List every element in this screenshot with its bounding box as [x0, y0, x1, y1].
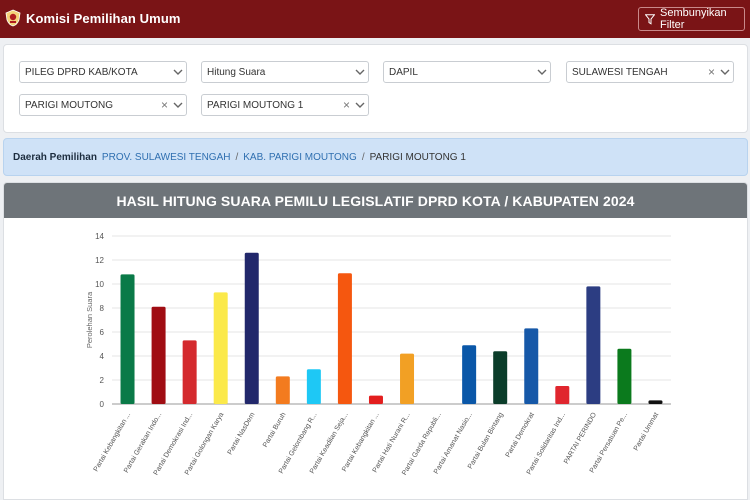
y-tick-label: 6	[100, 328, 105, 337]
clear-icon[interactable]: ×	[161, 99, 168, 111]
funnel-icon	[645, 13, 655, 25]
dapil-select[interactable]: PARIGI MOUTONG 1 ×	[201, 94, 369, 116]
level-value: DAPIL	[389, 66, 418, 78]
breadcrumb-link-province[interactable]: PROV. SULAWESI TENGAH	[102, 152, 231, 163]
breadcrumb: Daerah Pemilihan PROV. SULAWESI TENGAH /…	[3, 138, 748, 176]
chevron-down-icon	[170, 69, 186, 75]
chevron-down-icon	[352, 102, 368, 108]
chevron-down-icon	[534, 69, 550, 75]
toggle-filter-button[interactable]: Sembunyikan Filter	[638, 7, 745, 31]
results-card-title: HASIL HITUNG SUARA PEMILU LEGISLATIF DPR…	[4, 183, 747, 218]
chevron-down-icon	[170, 102, 186, 108]
bar	[586, 286, 601, 404]
breadcrumb-label: Daerah Pemilihan	[13, 151, 97, 163]
province-select[interactable]: SULAWESI TENGAH ×	[566, 61, 734, 83]
bar	[368, 395, 383, 404]
breadcrumb-separator: /	[361, 151, 365, 163]
toggle-filter-label: Sembunyikan Filter	[660, 7, 727, 31]
x-tick-label: Partai NasDem	[227, 411, 257, 456]
x-tick-label: Partai Bulan Bintang	[467, 411, 505, 470]
app-title[interactable]: Komisi Pemilihan Umum	[26, 11, 181, 26]
x-tick-label: Partai Buruh	[262, 411, 288, 448]
y-tick-label: 4	[100, 352, 105, 361]
clear-icon[interactable]: ×	[343, 99, 350, 111]
clear-icon[interactable]: ×	[708, 66, 715, 78]
y-tick-label: 2	[100, 376, 105, 385]
regency-select[interactable]: PARIGI MOUTONG ×	[19, 94, 187, 116]
results-card: HASIL HITUNG SUARA PEMILU LEGISLATIF DPR…	[3, 182, 748, 500]
filter-panel: PILEG DPRD KAB/KOTA Hitung Suara DAPIL S…	[3, 44, 748, 133]
bar	[306, 369, 321, 404]
bar	[400, 353, 415, 404]
count-type-select[interactable]: Hitung Suara	[201, 61, 369, 83]
chevron-down-icon	[352, 69, 368, 75]
bar	[524, 328, 539, 404]
bar	[275, 376, 290, 404]
y-tick-label: 14	[95, 232, 104, 241]
dapil-value: PARIGI MOUTONG 1	[207, 99, 304, 111]
bar	[493, 351, 508, 404]
x-tick-label: Partai Ummat	[633, 411, 660, 452]
count-type-value: Hitung Suara	[207, 66, 266, 78]
province-value: SULAWESI TENGAH	[572, 66, 668, 78]
y-tick-label: 0	[100, 400, 105, 409]
kpu-logo-icon[interactable]	[5, 9, 21, 27]
bar	[120, 274, 135, 404]
x-tick-label: Partai Persatuan Pe...	[589, 411, 629, 474]
bar	[617, 348, 632, 404]
bar	[648, 400, 663, 404]
bar	[182, 340, 197, 404]
top-navbar: Komisi Pemilihan Umum Sembunyikan Filter	[0, 0, 750, 38]
bar	[151, 306, 166, 404]
bar	[244, 252, 259, 404]
y-tick-label: 8	[100, 304, 105, 313]
level-select[interactable]: DAPIL	[383, 61, 551, 83]
bar	[337, 273, 352, 404]
breadcrumb-current: PARIGI MOUTONG 1	[369, 151, 466, 163]
breadcrumb-separator: /	[235, 151, 239, 163]
x-tick-label: Partai Demokrat	[505, 411, 536, 458]
bar	[555, 386, 570, 404]
y-tick-label: 12	[95, 256, 104, 265]
vote-bar-chart: 02468101214Perolehan SuaraPartai Kebangk…	[85, 232, 671, 477]
bar	[462, 345, 477, 404]
bar	[213, 292, 228, 404]
y-axis-label: Perolehan Suara	[85, 291, 94, 348]
x-tick-label: PARTAI PERINDO	[563, 411, 598, 465]
election-type-select[interactable]: PILEG DPRD KAB/KOTA	[19, 61, 187, 83]
regency-value: PARIGI MOUTONG	[25, 99, 113, 111]
chevron-down-icon	[717, 69, 733, 75]
breadcrumb-link-regency[interactable]: KAB. PARIGI MOUTONG	[243, 152, 357, 163]
election-type-value: PILEG DPRD KAB/KOTA	[25, 66, 138, 78]
y-tick-label: 10	[95, 280, 104, 289]
